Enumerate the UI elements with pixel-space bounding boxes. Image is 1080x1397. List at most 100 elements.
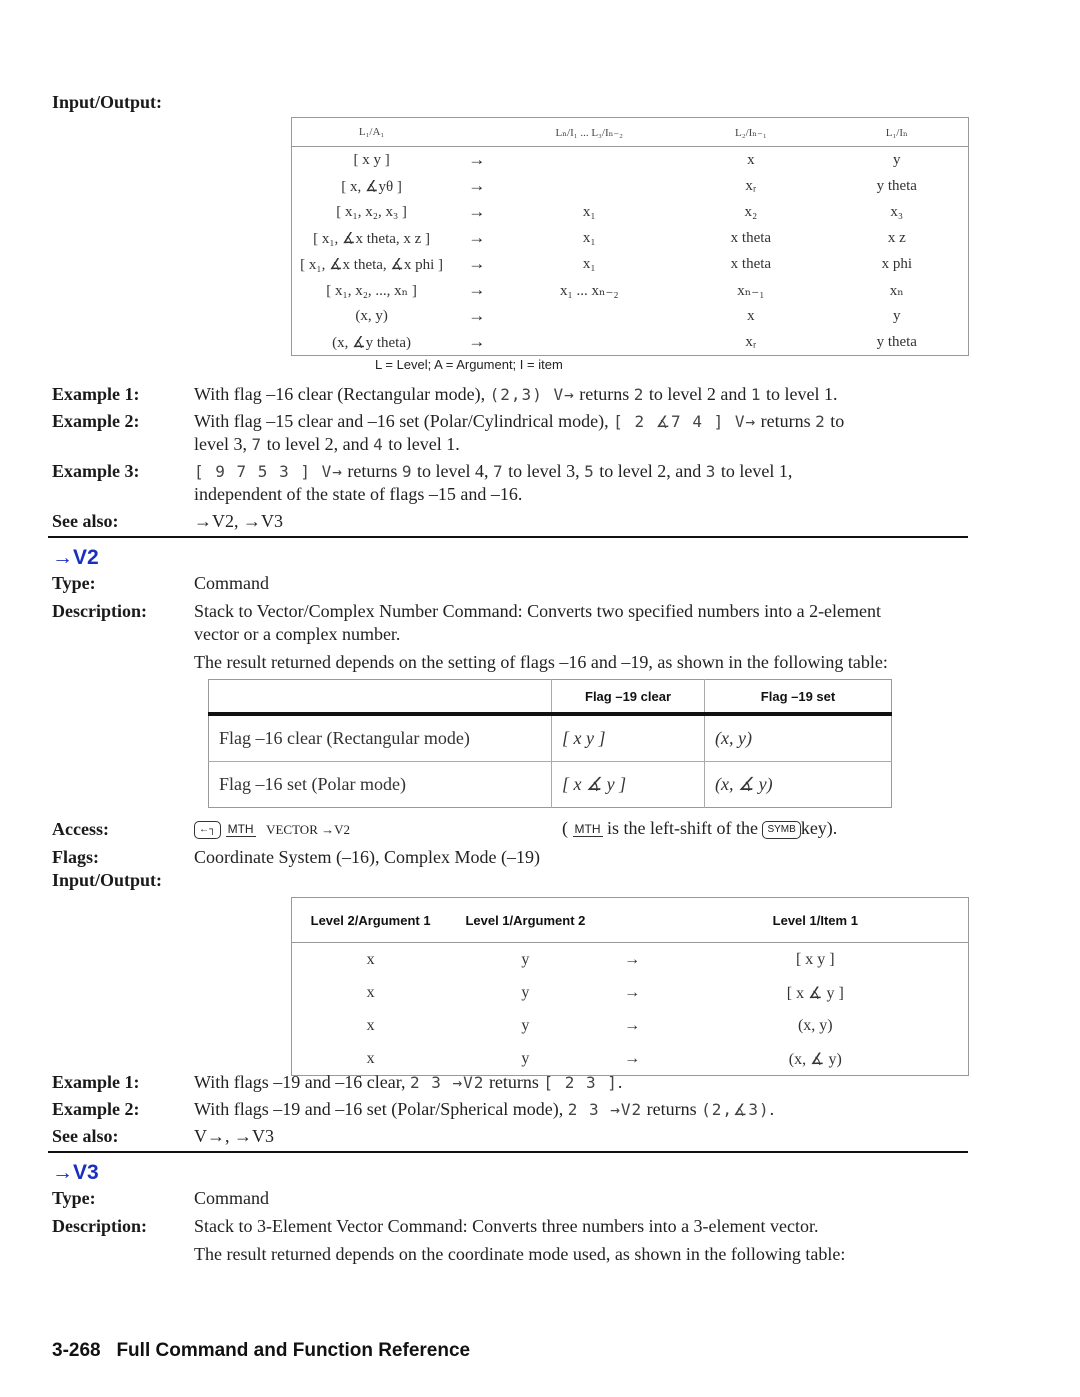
table-row: [ x y ] → x y xyxy=(292,147,969,174)
cell: x theta xyxy=(730,255,772,272)
cell: (x, y) xyxy=(355,307,388,324)
io-label: Input/Output: xyxy=(52,92,163,112)
io-table-v2: Level 2/Argument 1 Level 1/Argument 2 Le… xyxy=(291,897,969,1076)
col-header: L₁/A₁ xyxy=(291,117,452,147)
table-header-row: Flag –19 clear Flag –19 set xyxy=(208,679,892,716)
example-3-text-line2: independent of the state of flags –15 an… xyxy=(194,484,523,504)
cell: y xyxy=(893,307,901,324)
section-divider xyxy=(48,536,968,538)
io-table-vto: L₁/A₁ Lₙ/I₁ ... L₃/Iₙ₋₂ L₂/Iₙ₋₁ L₁/Iₙ [ … xyxy=(291,117,969,356)
example-1-text: With flag –16 clear (Rectangular mode), … xyxy=(194,384,837,405)
cell: [ x y ] xyxy=(353,151,390,168)
cell: x xyxy=(366,1016,375,1034)
table-row: (x, y) → x y xyxy=(292,303,969,329)
cell: y xyxy=(521,950,530,968)
arrow-icon: → xyxy=(468,280,486,299)
cell: [ x y ] xyxy=(551,713,705,762)
cell: x₂ xyxy=(744,203,758,220)
text: to xyxy=(825,411,845,431)
flags-value: Coordinate System (–16), Complex Mode (–… xyxy=(194,847,540,867)
cell: x xyxy=(747,151,755,168)
col-header: Level 2/Argument 1 xyxy=(291,897,450,943)
cell: (x, ∡ y) xyxy=(704,761,892,808)
cell: [ x₁, ∡x theta, ∡x phi ] xyxy=(300,256,444,273)
description-label: Description: xyxy=(52,1216,147,1236)
left-shift-key-icon: ←┐ xyxy=(194,820,222,839)
text: With flags –19 and –16 set (Polar/Spheri… xyxy=(194,1099,568,1119)
table-row: x y → [ x y ] xyxy=(292,943,969,977)
cell: (x, ∡y theta) xyxy=(332,334,411,351)
calc-output: 9 xyxy=(401,462,413,481)
arrow-icon: → xyxy=(468,306,486,325)
calc-input: 2 3 →V2 xyxy=(410,1073,485,1092)
cell: x xyxy=(366,950,375,968)
description-label: Description: xyxy=(52,601,147,621)
cell: y xyxy=(521,1016,530,1034)
cell: [ x₁, x₂, ..., xₙ ] xyxy=(326,282,417,299)
mth-menu-label: MTH xyxy=(225,821,256,837)
see-also-links[interactable]: →V2, →V3 xyxy=(194,511,283,532)
col-header xyxy=(601,897,663,943)
text: returns xyxy=(342,461,402,481)
cell: x₁ xyxy=(582,229,596,246)
text: to level 1. xyxy=(383,434,460,454)
calc-output: 4 xyxy=(373,435,384,454)
table-row: [ x₁, ∡x theta, ∡x phi ] → x₁ x theta x phi xyxy=(292,251,969,277)
cell: [ x ∡ y ] xyxy=(551,761,705,808)
cell: x₃ xyxy=(890,203,904,220)
access-label: Access: xyxy=(52,819,109,839)
calc-input: [ 2 ∡7 4 ] V→ xyxy=(613,412,757,431)
table-row: [ x₁, x₂, x₃ ] → x₁ x₂ x₃ xyxy=(292,199,969,225)
table-row: x y → (x, ∡ y) xyxy=(292,1042,969,1076)
calc-output: 7 xyxy=(492,462,504,481)
col-header: L₂/Iₙ₋₁ xyxy=(676,117,826,147)
see-also-label: See also: xyxy=(52,1126,119,1146)
flags-label: Flags: xyxy=(52,847,99,867)
cell: (x, y) xyxy=(704,713,892,762)
cell: xᵣ xyxy=(745,333,757,350)
table-row: [ x₁, ∡x theta, x z ] → x₁ x theta x z xyxy=(292,225,969,251)
calc-output: 3 xyxy=(705,462,717,481)
example-2-text: With flags –19 and –16 set (Polar/Spheri… xyxy=(194,1099,774,1120)
calc-output: (2,∡3) xyxy=(701,1100,770,1119)
cell: x z xyxy=(887,229,906,246)
col-header xyxy=(208,679,552,716)
description-line-2: vector or a complex number. xyxy=(194,624,401,644)
cell: y theta xyxy=(876,177,917,194)
text: returns xyxy=(756,411,816,431)
cell: xₙ₋₁ xyxy=(737,282,765,299)
type-value: Command xyxy=(194,573,269,593)
cell: xₙ xyxy=(889,282,904,299)
see-also-links[interactable]: V→, →V3 xyxy=(194,1126,274,1147)
cell: x xyxy=(366,1049,375,1067)
col-header: Flag –19 set xyxy=(704,679,892,716)
col-header xyxy=(451,117,503,147)
io-label: Input/Output: xyxy=(52,870,163,890)
command-heading-v3: →V3 xyxy=(52,1161,99,1184)
cell xyxy=(502,147,676,174)
table-header-row: L₁/A₁ Lₙ/I₁ ... L₃/Iₙ₋₂ L₂/Iₙ₋₁ L₁/Iₙ xyxy=(291,117,969,147)
cell: y xyxy=(893,151,901,168)
calc-output: 1 xyxy=(750,385,762,404)
page-footer: 3-268 Full Command and Function Referenc… xyxy=(52,1340,470,1362)
example-2-text-line2: level 3, 7 to level 2, and 4 to level 1. xyxy=(194,434,460,455)
command-heading-v2: →V2 xyxy=(52,546,99,569)
cell: (x, ∡ y) xyxy=(788,1050,842,1068)
col-header: Level 1/Argument 2 xyxy=(449,897,602,943)
col-header: Lₙ/I₁ ... L₃/Iₙ₋₂ xyxy=(502,117,677,147)
calc-input: (2,3) V→ xyxy=(489,385,575,404)
arrow-icon: → xyxy=(468,150,486,169)
cell: x₁ ... xₙ₋₂ xyxy=(559,282,619,299)
calc-output: [ 2 3 ] xyxy=(543,1073,618,1092)
calc-output: 7 xyxy=(251,435,263,454)
symb-key-icon: SYMB xyxy=(762,820,801,839)
calc-input: [ 9 7 5 3 ] V→ xyxy=(194,462,343,481)
arrow-icon: → xyxy=(468,332,486,351)
example-3-label: Example 3: xyxy=(52,461,140,481)
cell: x xyxy=(747,307,755,324)
calc-output: 2 xyxy=(815,412,826,431)
text: ( xyxy=(562,818,568,838)
cell: [ x ∡ y ] xyxy=(786,984,844,1002)
row-label: Flag –16 clear (Rectangular mode) xyxy=(208,713,552,762)
arrow-icon: → xyxy=(468,202,486,221)
